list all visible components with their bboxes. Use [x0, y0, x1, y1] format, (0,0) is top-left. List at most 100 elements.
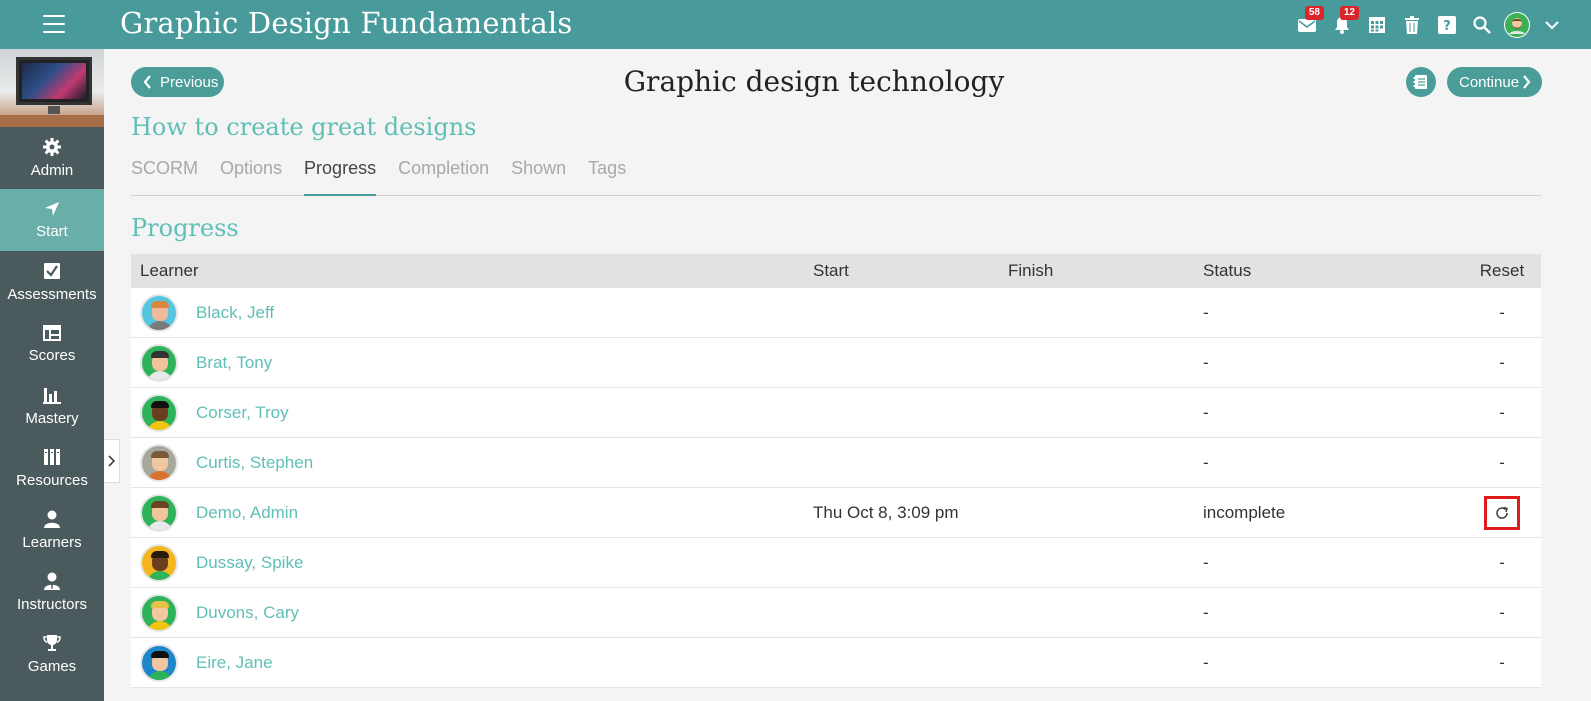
tab-progress[interactable]: Progress — [304, 157, 377, 196]
learner-name[interactable]: Black, Jeff — [196, 303, 274, 323]
gear-icon — [43, 137, 61, 156]
user-avatar[interactable] — [1499, 0, 1534, 49]
start-cell: Thu Oct 8, 3:09 pm — [813, 502, 959, 522]
search-icon[interactable] — [1464, 0, 1499, 49]
trash-icon[interactable] — [1394, 0, 1429, 49]
sidebar-item-learners[interactable]: Learners — [0, 499, 104, 561]
table-row: Brat, Tony - - — [131, 338, 1541, 388]
progress-table: Learner Start Finish Status Reset Black,… — [131, 254, 1541, 688]
avatar — [140, 643, 178, 682]
avatar — [140, 343, 178, 382]
tab-options[interactable]: Options — [220, 157, 282, 196]
status-cell: - — [1203, 402, 1209, 422]
reset-cell: - — [1499, 452, 1505, 472]
sidebar-item-label: Admin — [30, 161, 74, 179]
chevron-right-icon — [1523, 75, 1531, 89]
avatar — [140, 593, 178, 632]
table-row: Black, Jeff - - — [131, 288, 1541, 338]
avatar — [140, 443, 178, 482]
reset-cell: - — [1499, 352, 1505, 372]
trophy-icon — [43, 634, 61, 651]
tab-bar: SCORM Options Progress Completion Shown … — [131, 157, 1541, 196]
sidebar-item-assessments[interactable]: Assessments — [0, 251, 104, 313]
top-bar: Graphic Design Fundamentals 58 12 ? — [0, 0, 1591, 49]
status-cell: incomplete — [1203, 502, 1286, 522]
tab-scorm[interactable]: SCORM — [131, 157, 198, 196]
status-cell: - — [1203, 602, 1209, 622]
status-cell: - — [1203, 452, 1209, 472]
table-row: Corser, Troy - - — [131, 388, 1541, 438]
sidebar-item-scores[interactable]: Scores — [0, 313, 104, 375]
tab-tags[interactable]: Tags — [588, 157, 626, 196]
instructor-icon — [44, 572, 60, 590]
learner-name[interactable]: Duvons, Cary — [196, 603, 299, 623]
header-reset: Reset — [1479, 261, 1525, 280]
sidebar-item-label: Scores — [28, 346, 76, 364]
chevron-down-icon[interactable] — [1534, 0, 1569, 49]
books-icon — [44, 448, 60, 465]
header-start: Start — [813, 261, 849, 280]
help-icon[interactable]: ? — [1429, 0, 1464, 49]
sidebar-expand-toggle[interactable] — [104, 439, 120, 483]
sidebar-item-start[interactable]: Start — [0, 189, 104, 251]
top-icons: 58 12 ? — [1289, 0, 1569, 49]
sidebar-item-admin[interactable]: Admin — [0, 127, 104, 189]
status-cell: - — [1203, 352, 1209, 372]
mail-icon[interactable]: 58 — [1289, 0, 1324, 49]
menu-icon[interactable] — [43, 15, 65, 33]
learner-name[interactable]: Demo, Admin — [196, 503, 298, 523]
bell-icon[interactable]: 12 — [1324, 0, 1359, 49]
page-title: Graphic design technology — [623, 65, 1005, 98]
status-cell: - — [1203, 302, 1209, 322]
lesson-subtitle: How to create great designs — [131, 113, 477, 141]
sidebar-item-label: Resources — [16, 471, 88, 489]
reset-cell: - — [1499, 402, 1505, 422]
sidebar: Admin Start Assessments Scores Mastery R… — [0, 49, 104, 701]
learner-name[interactable]: Curtis, Stephen — [196, 453, 313, 473]
avatar — [140, 293, 178, 332]
reset-cell: - — [1499, 602, 1505, 622]
reset-icon — [1496, 506, 1508, 519]
avatar — [140, 493, 178, 532]
table-row: Eire, Jane - - — [131, 638, 1541, 688]
table-row: Demo, Admin Thu Oct 8, 3:09 pm incomplet… — [131, 488, 1541, 538]
calendar-icon[interactable] — [1359, 0, 1394, 49]
tab-shown[interactable]: Shown — [511, 157, 566, 196]
mail-badge: 58 — [1304, 6, 1324, 20]
learner-name[interactable]: Brat, Tony — [196, 353, 272, 373]
learner-name[interactable]: Dussay, Spike — [196, 553, 303, 573]
notebook-icon — [1413, 75, 1427, 89]
navigation-arrow-icon — [45, 201, 59, 216]
header-status: Status — [1203, 261, 1252, 280]
reset-cell: - — [1499, 652, 1505, 672]
reset-cell: - — [1499, 302, 1505, 322]
header-learner: Learner — [140, 261, 199, 280]
table-row: Curtis, Stephen - - — [131, 438, 1541, 488]
sidebar-item-label: Mastery — [25, 409, 79, 427]
person-icon — [44, 510, 60, 528]
learner-name[interactable]: Corser, Troy — [196, 403, 289, 423]
svg-text:?: ? — [1443, 19, 1451, 34]
sidebar-item-resources[interactable]: Resources — [0, 437, 104, 499]
reset-cell: - — [1499, 552, 1505, 572]
sidebar-item-label: Games — [27, 657, 77, 675]
status-cell: - — [1203, 552, 1209, 572]
sidebar-item-mastery[interactable]: Mastery — [0, 375, 104, 437]
continue-label: Continue — [1459, 73, 1520, 91]
continue-button[interactable]: Continue — [1447, 67, 1542, 97]
reset-button[interactable] — [1484, 495, 1520, 530]
gradebook-icon — [43, 324, 61, 341]
reset-cell — [1463, 495, 1541, 530]
avatar — [140, 393, 178, 432]
app-title: Graphic Design Fundamentals — [120, 6, 573, 40]
course-thumbnail[interactable] — [0, 49, 104, 127]
table-row: Duvons, Cary - - — [131, 588, 1541, 638]
notes-button[interactable] — [1406, 67, 1436, 97]
tab-completion[interactable]: Completion — [398, 157, 489, 196]
bar-chart-icon — [43, 387, 61, 404]
checkbox-icon — [44, 262, 60, 279]
sidebar-item-games[interactable]: Games — [0, 623, 104, 685]
learner-name[interactable]: Eire, Jane — [196, 653, 273, 673]
sidebar-item-instructors[interactable]: Instructors — [0, 561, 104, 623]
chevron-right-icon — [107, 455, 115, 467]
